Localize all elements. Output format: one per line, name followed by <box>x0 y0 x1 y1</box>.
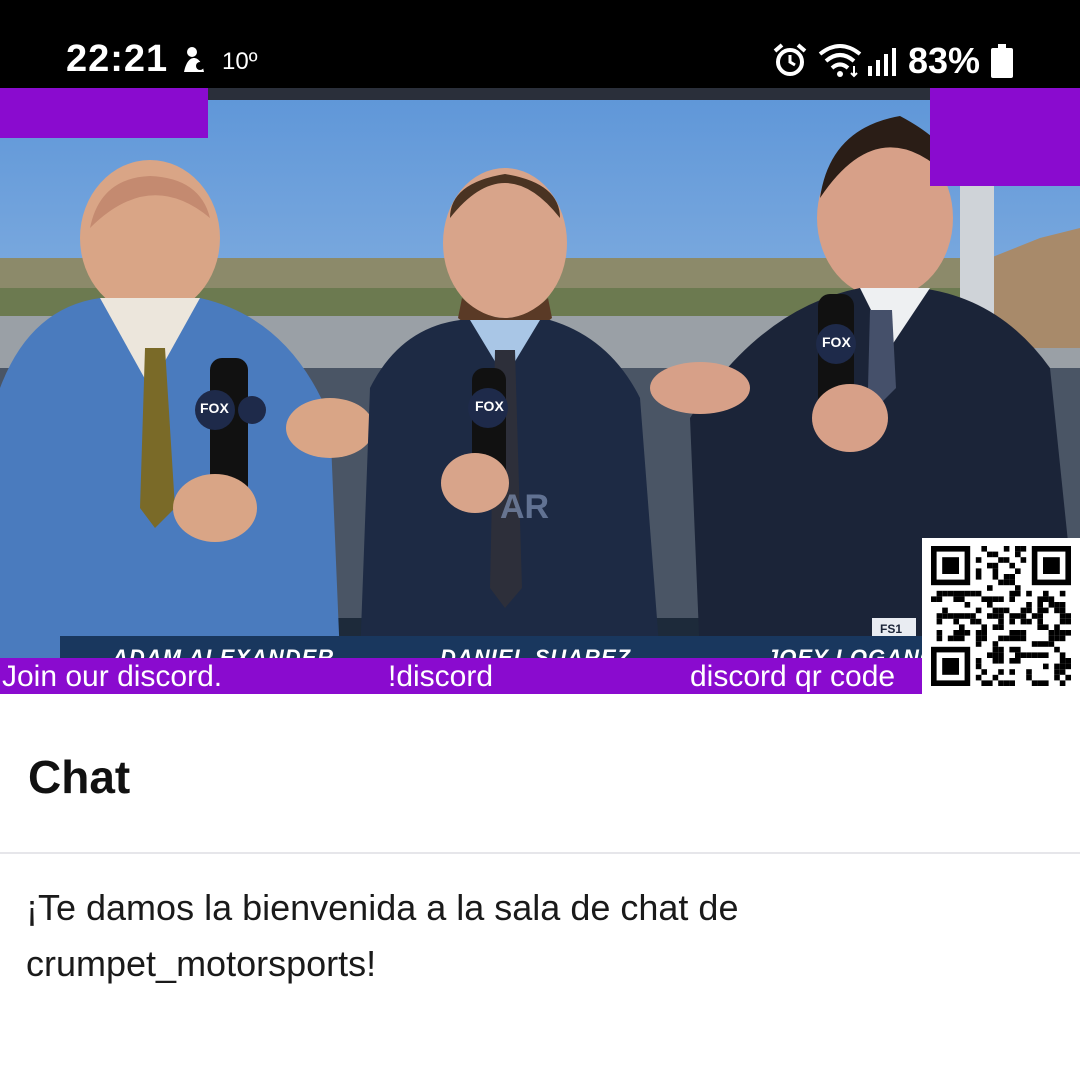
mic-flag-center: FOX <box>475 398 504 414</box>
banner-qr-text: discord qr code <box>690 660 896 693</box>
stream-overlay-top-left <box>0 88 208 138</box>
wifi-icon <box>818 44 862 78</box>
chat-welcome-message: ¡Te damos la bienvenida a la sala de cha… <box>26 887 739 984</box>
chat-title: Chat <box>28 751 131 803</box>
chat-header: Chat <box>0 694 1080 854</box>
status-time: 22:21 <box>66 38 169 80</box>
status-bar: 22:21 10º 83% <box>0 0 1080 88</box>
alarm-icon <box>773 43 807 76</box>
discord-qr-code <box>922 538 1080 694</box>
mic-flag-left: FOX <box>200 400 229 416</box>
channel-logo: FS1 <box>880 622 903 636</box>
weather-icon <box>184 47 204 72</box>
discord-banner: Join our discord. !discord discord qr co… <box>0 658 1080 694</box>
video-player[interactable]: AR FOX FOX FOX FS1 ADAM ALEXANDER DANIEL… <box>0 88 1080 694</box>
status-temperature: 10º <box>222 48 258 75</box>
battery-percentage: 83% <box>908 40 981 81</box>
mic-flag-right: FOX <box>822 334 851 350</box>
svg-text:AR: AR <box>500 488 549 526</box>
banner-command-text: !discord <box>388 660 494 693</box>
video-frame: AR <box>0 88 1080 694</box>
signal-icon <box>868 48 896 76</box>
banner-join-text: Join our discord. <box>2 660 223 693</box>
battery-icon <box>991 44 1013 78</box>
stream-overlay-top-right <box>930 88 1080 186</box>
